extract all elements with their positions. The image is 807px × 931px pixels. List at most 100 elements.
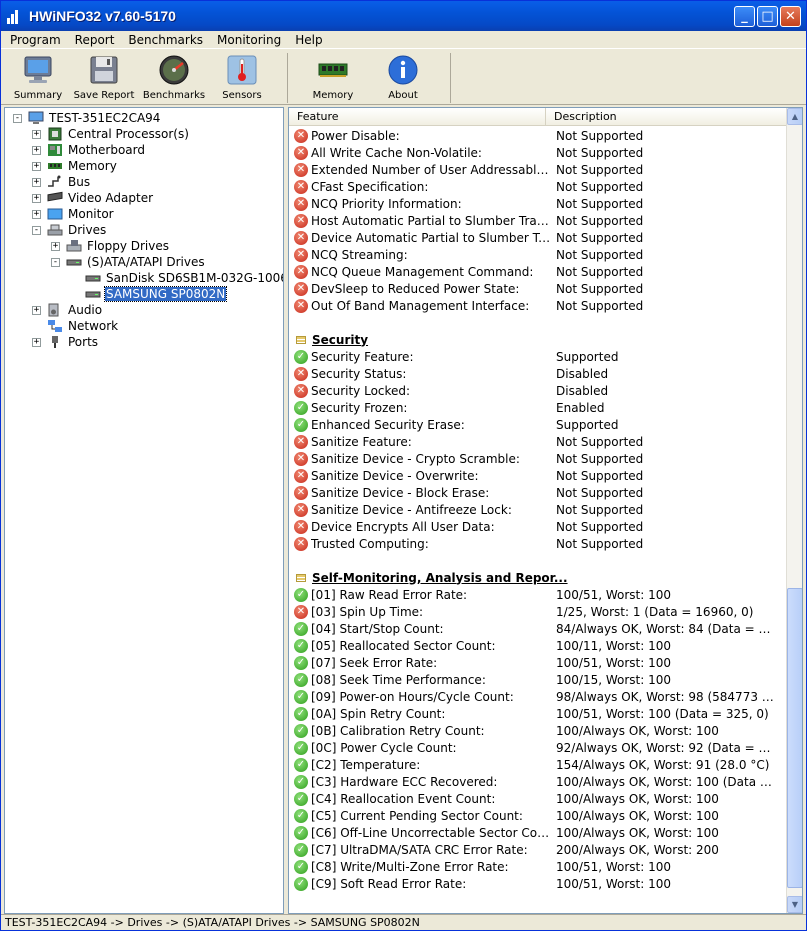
tree-node[interactable]: - (S)ATA/ATAPI Drives	[51, 254, 206, 270]
feature-row[interactable]: ✓ [09] Power-on Hours/Cycle Count: 98/Alwa…	[289, 688, 786, 705]
close-button[interactable]: ✕	[780, 5, 801, 27]
menu-program[interactable]: Program	[3, 33, 68, 47]
scroll-down-button[interactable]: ▼	[787, 896, 802, 913]
collapse-icon[interactable]: -	[13, 113, 22, 123]
menu-report[interactable]: Report	[68, 33, 122, 47]
tree-node[interactable]: + Floppy Drives	[51, 238, 170, 254]
feature-row[interactable]: ✓ [C8] Write/Multi-Zone Error Rate: 100/51…	[289, 858, 786, 875]
expand-icon[interactable]: +	[32, 337, 41, 347]
memory-button[interactable]: Memory	[298, 53, 368, 101]
feature-row[interactable]: ✓ [C4] Reallocation Event Count: 100/Alway…	[289, 790, 786, 807]
feature-row[interactable]: ✓ [C6] Off-Line Uncorrectable Sector Coun…	[289, 824, 786, 841]
check-icon: ✓	[294, 417, 308, 432]
feature-row[interactable]: ✕ Power Disable: Not Supported	[289, 127, 786, 144]
tree-node[interactable]: + Video Adapter	[32, 190, 154, 206]
summary-button[interactable]: Summary	[7, 53, 69, 101]
feature-row[interactable]: ✕ Sanitize Device - Antifreeze Lock: Not S…	[289, 501, 786, 518]
feature-row[interactable]: ✓ [0B] Calibration Retry Count: 100/Always…	[289, 722, 786, 739]
feature-row[interactable]: ✓ [07] Seek Error Rate: 100/51, Worst: 100	[289, 654, 786, 671]
feature-row[interactable]: ✓ Enhanced Security Erase: Supported	[289, 416, 786, 433]
feature-row[interactable]: ✓ Security Feature: Supported	[289, 348, 786, 365]
feature-row[interactable]: ✓ [C2] Temperature: 154/Always OK, Worst: …	[289, 756, 786, 773]
feature-name: Sanitize Device - Overwrite:	[311, 468, 479, 483]
feature-row[interactable]: ✕ Device Encrypts All User Data: Not Suppo…	[289, 518, 786, 535]
column-feature[interactable]: Feature	[289, 108, 546, 125]
feature-row[interactable]: ✓ Security Frozen: Enabled	[289, 399, 786, 416]
feature-row[interactable]: ✕ Sanitize Device - Block Erase: Not Suppo…	[289, 484, 786, 501]
feature-row[interactable]: ✕ Device Automatic Partial to Slumber Tra…	[289, 229, 786, 246]
expand-icon[interactable]: +	[32, 209, 41, 219]
feature-row[interactable]: ✕ NCQ Queue Management Command: Not Suppor…	[289, 263, 786, 280]
about-button[interactable]: About	[368, 53, 438, 101]
section-header[interactable]: Security	[289, 331, 786, 348]
feature-row[interactable]: ✓ [0A] Spin Retry Count: 100/51, Worst: 10…	[289, 705, 786, 722]
scroll-thumb[interactable]	[787, 588, 802, 888]
feature-row[interactable]: ✓ [05] Reallocated Sector Count: 100/11, W…	[289, 637, 786, 654]
section-header[interactable]: Self-Monitoring, Analysis and Repor...	[289, 569, 786, 586]
tree-node[interactable]: + Audio	[32, 302, 103, 318]
feature-row[interactable]: ✕ Sanitize Device - Overwrite: Not Support…	[289, 467, 786, 484]
menu-benchmarks[interactable]: Benchmarks	[121, 33, 210, 47]
feature-row[interactable]: ✓ [C3] Hardware ECC Recovered: 100/Always …	[289, 773, 786, 790]
feature-value: 100/11, Worst: 100	[556, 638, 672, 653]
app-window: HWiNFO32 v7.60-5170 _ □ ✕ Program Report…	[0, 0, 807, 931]
feature-value: 100/Always OK, Worst: 100	[556, 791, 719, 806]
expand-icon[interactable]: +	[32, 305, 41, 315]
column-description[interactable]: Description	[546, 108, 786, 125]
tree-node[interactable]: + Monitor	[32, 206, 115, 222]
tree-node[interactable]: + Ports	[32, 334, 99, 350]
feature-row[interactable]: ✓ [C7] UltraDMA/SATA CRC Error Rate: 200/A…	[289, 841, 786, 858]
feature-row[interactable]: ✕ Security Status: Disabled	[289, 365, 786, 382]
tree-node[interactable]: + Central Processor(s)	[32, 126, 190, 142]
bus-icon	[47, 175, 63, 189]
feature-row[interactable]: ✕ Extended Number of User Addressable ...…	[289, 161, 786, 178]
tree-node[interactable]: - Drives	[32, 222, 107, 238]
tree-node[interactable]: + Bus	[32, 174, 91, 190]
vertical-scrollbar[interactable]: ▲ ▼	[786, 108, 802, 913]
collapse-icon[interactable]: -	[51, 257, 60, 267]
feature-row[interactable]: ✕ CFast Specification: Not Supported	[289, 178, 786, 195]
feature-row[interactable]: ✓ [C5] Current Pending Sector Count: 100/A…	[289, 807, 786, 824]
maximize-button[interactable]: □	[757, 5, 778, 27]
benchmarks-button[interactable]: Benchmarks	[139, 53, 209, 101]
sensors-button[interactable]: Sensors	[209, 53, 275, 101]
feature-row[interactable]: ✓ [08] Seek Time Performance: 100/15, Wors…	[289, 671, 786, 688]
title-bar[interactable]: HWiNFO32 v7.60-5170 _ □ ✕	[1, 1, 806, 31]
save-report-button[interactable]: Save Report	[69, 53, 139, 101]
feature-row[interactable]: ✕ NCQ Priority Information: Not Supported	[289, 195, 786, 212]
feature-row[interactable]: ✓ [04] Start/Stop Count: 84/Always OK, Wor…	[289, 620, 786, 637]
feature-row[interactable]: ✕ Security Locked: Disabled	[289, 382, 786, 399]
tree-node[interactable]: SanDisk SD6SB1M-032G-1006	[70, 270, 283, 286]
menu-monitoring[interactable]: Monitoring	[210, 33, 288, 47]
tree-node[interactable]: SAMSUNG SP0802N	[70, 286, 228, 302]
feature-row[interactable]: ✕ Out Of Band Management Interface: Not Su…	[289, 297, 786, 314]
tree-node[interactable]: Network	[32, 318, 119, 334]
expand-icon[interactable]: +	[51, 241, 60, 251]
feature-row[interactable]: ✕ Trusted Computing: Not Supported	[289, 535, 786, 552]
feature-row[interactable]: ✕ DevSleep to Reduced Power State: Not Sup…	[289, 280, 786, 297]
tree-node[interactable]: + Motherboard	[32, 142, 146, 158]
expand-icon[interactable]: +	[32, 129, 41, 139]
feature-row[interactable]: ✓ [C9] Soft Read Error Rate: 100/51, Worst…	[289, 875, 786, 892]
tree-node[interactable]: - TEST-351EC2CA94	[13, 110, 161, 126]
feature-row[interactable]: ✓ [01] Raw Read Error Rate: 100/51, Worst:…	[289, 586, 786, 603]
tree-node[interactable]: + Memory	[32, 158, 118, 174]
collapse-icon[interactable]: -	[32, 225, 41, 235]
expand-icon[interactable]: +	[32, 177, 41, 187]
menu-help[interactable]: Help	[288, 33, 329, 47]
feature-row[interactable]: ✕ Sanitize Device - Crypto Scramble: Not S…	[289, 450, 786, 467]
feature-row[interactable]: ✕ All Write Cache Non-Volatile: Not Suppor…	[289, 144, 786, 161]
feature-row[interactable]: ✕ [03] Spin Up Time: 1/25, Worst: 1 (Data …	[289, 603, 786, 620]
feature-row[interactable]: ✕ Host Automatic Partial to Slumber Trans…	[289, 212, 786, 229]
expand-icon[interactable]: +	[32, 145, 41, 155]
expand-icon[interactable]: +	[32, 193, 41, 203]
feature-row[interactable]: ✓ [0C] Power Cycle Count: 92/Always OK, Wo…	[289, 739, 786, 756]
expand-icon[interactable]: +	[32, 161, 41, 171]
feature-row[interactable]: ✕ NCQ Streaming: Not Supported	[289, 246, 786, 263]
scroll-up-button[interactable]: ▲	[787, 108, 802, 125]
minimize-button[interactable]: _	[734, 5, 755, 27]
toolbar: Summary Save Report Benchmarks Sensors M…	[1, 49, 806, 105]
device-tree[interactable]: - TEST-351EC2CA94 + Central Processor(s) + Mo…	[4, 107, 284, 914]
feature-name: Sanitize Device - Block Erase:	[311, 485, 490, 500]
feature-row[interactable]: ✕ Sanitize Feature: Not Supported	[289, 433, 786, 450]
